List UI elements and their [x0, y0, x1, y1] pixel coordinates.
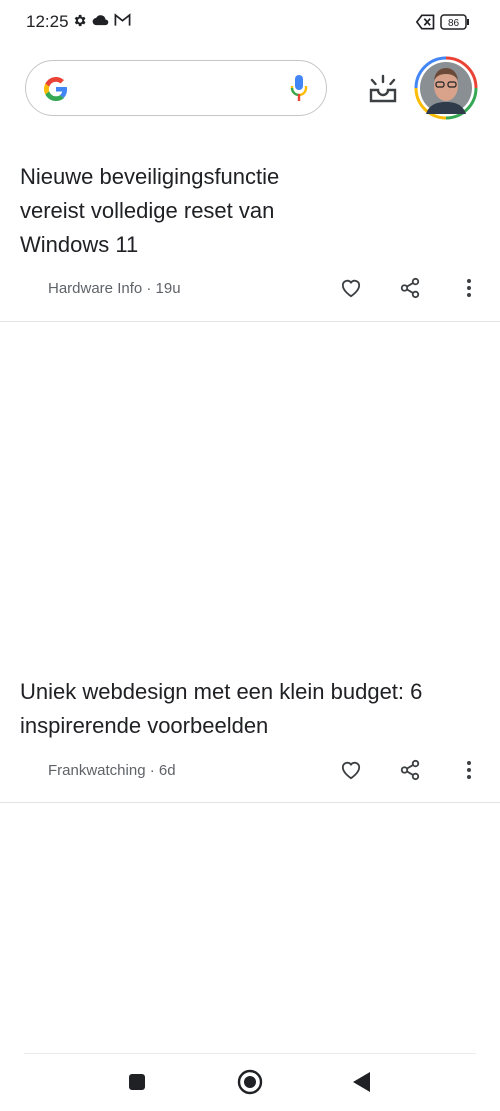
share-icon[interactable] [394, 754, 426, 786]
google-logo-icon [44, 77, 68, 106]
battery-level: 86 [448, 18, 460, 29]
microphone-icon[interactable] [290, 75, 308, 108]
gmail-icon [114, 13, 131, 32]
card-source: Hardware Info · 19u [48, 280, 181, 297]
profile-avatar[interactable] [414, 56, 478, 120]
more-vert-icon[interactable] [453, 272, 485, 304]
home-circle-icon[interactable] [230, 1066, 270, 1098]
no-sim-icon [415, 14, 436, 35]
search-bar[interactable] [25, 60, 327, 116]
card-source: Frankwatching · 6d [48, 762, 176, 779]
status-time: 12:25 [26, 12, 69, 31]
back-triangle-icon[interactable] [342, 1066, 382, 1098]
status-bar: 12:25 86 [0, 0, 500, 46]
divider [0, 321, 500, 322]
battery-icon: 86 [440, 14, 470, 35]
share-icon[interactable] [394, 272, 426, 304]
gear-icon [72, 13, 87, 33]
divider [0, 802, 500, 803]
heart-icon[interactable] [335, 272, 367, 304]
heart-icon[interactable] [335, 754, 367, 786]
cloud-icon [92, 14, 109, 32]
recents-square-icon[interactable] [117, 1066, 157, 1098]
sunrise-icon[interactable] [365, 74, 401, 109]
card-title[interactable]: Nieuwe beveiligingsfunctie vereist volle… [20, 160, 480, 262]
nav-divider [24, 1053, 476, 1054]
more-vert-icon[interactable] [453, 754, 485, 786]
card-title[interactable]: Uniek webdesign met een klein budget: 6 … [20, 675, 480, 743]
